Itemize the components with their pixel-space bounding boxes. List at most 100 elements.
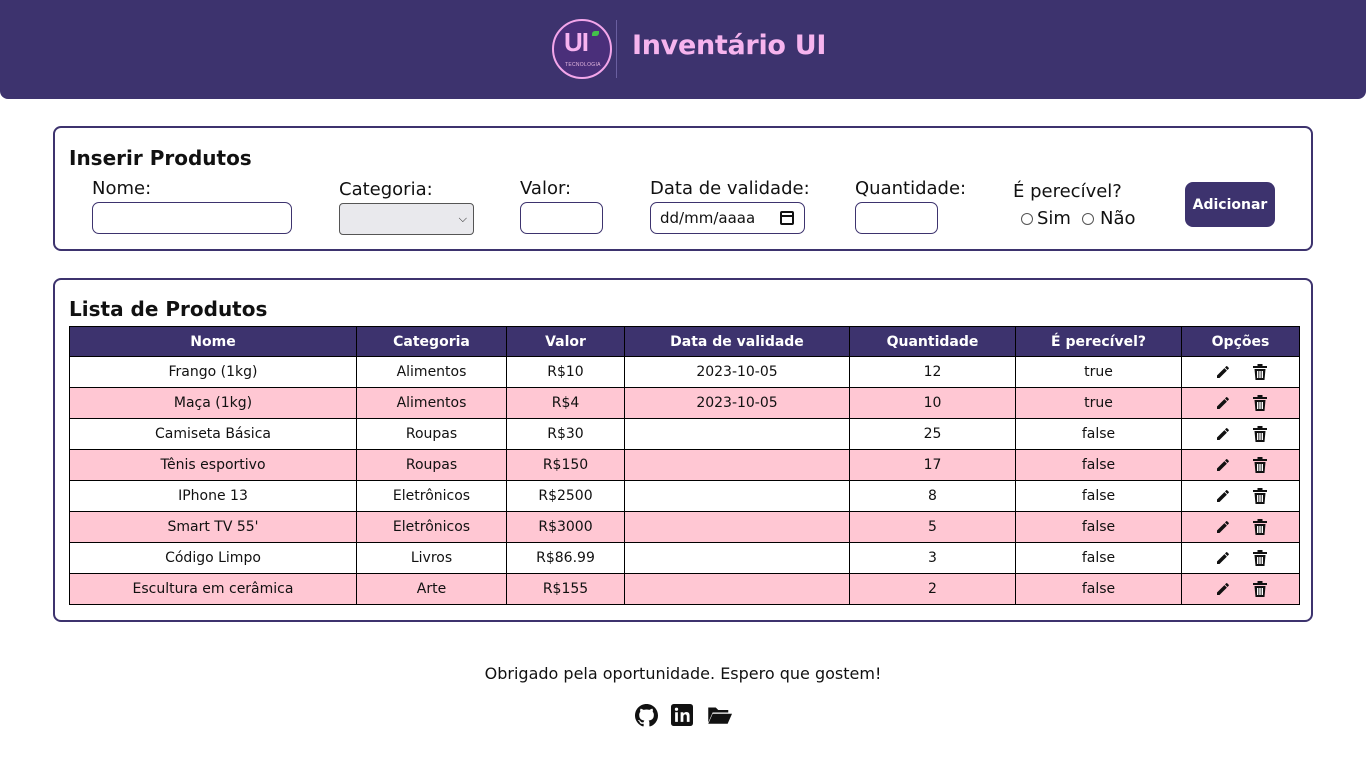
quantity-input[interactable] [855,202,938,234]
cell-expiry [624,542,850,574]
linkedin-icon[interactable] [671,704,694,727]
cell-name: Camiseta Básica [69,418,357,450]
app-title: Inventário UI [632,30,827,61]
category-select[interactable]: ⌵ [339,203,474,235]
name-input[interactable] [92,202,292,234]
cell-quantity: 3 [849,542,1016,574]
pencil-icon[interactable] [1215,488,1231,504]
cell-expiry [624,511,850,543]
cell-perishable: false [1015,418,1182,450]
logo: UI TECNOLOGIA [552,19,612,79]
footer-links [635,704,732,727]
cell-quantity: 5 [849,511,1016,543]
perishable-label: É perecível? [1013,181,1122,202]
cell-options [1181,573,1300,605]
list-panel-title: Lista de Produtos [69,297,268,321]
perishable-yes-label[interactable]: Sim [1037,208,1071,229]
cell-expiry [624,573,850,605]
perishable-yes-radio[interactable] [1021,213,1033,225]
trash-icon[interactable] [1252,457,1267,473]
github-icon[interactable] [635,704,658,727]
cell-category: Eletrônicos [356,480,507,512]
trash-icon[interactable] [1252,488,1267,504]
cell-expiry [624,449,850,481]
column-header-name: Nome [69,326,357,357]
row-actions [1182,450,1299,480]
trash-icon[interactable] [1252,550,1267,566]
cell-category: Arte [356,573,507,605]
perishable-no-label[interactable]: Não [1100,208,1136,229]
cell-quantity: 2 [849,573,1016,605]
column-header-value: Valor [506,326,625,357]
table-row: Frango (1kg) Alimentos R$10 2023-10-05 12 tru… [69,356,1300,388]
cell-expiry: 2023-10-05 [624,387,850,419]
table-row: Código Limpo Livros R$86.99 3 false [69,542,1300,574]
pencil-icon[interactable] [1215,426,1231,442]
cell-name: Frango (1kg) [69,356,357,388]
cell-name: Escultura em cerâmica [69,573,357,605]
cell-category: Alimentos [356,356,507,388]
trash-icon[interactable] [1252,581,1267,597]
cell-name: Maça (1kg) [69,387,357,419]
expiry-placeholder: dd/mm/aaaa [660,209,756,227]
pencil-icon[interactable] [1215,550,1231,566]
footer-message: Obrigado pela oportunidade. Espero que g… [484,664,882,683]
cell-expiry [624,480,850,512]
cell-category: Roupas [356,418,507,450]
product-list-panel: Lista de Produtos Nome Categoria Valor D… [53,278,1313,622]
trash-icon[interactable] [1252,519,1267,535]
logo-subtext: TECNOLOGIA [565,62,601,68]
cell-expiry [624,418,850,450]
trash-icon[interactable] [1252,426,1267,442]
table-row: IPhone 13 Eletrônicos R$2500 8 false [69,480,1300,512]
column-header-perishable: É perecível? [1015,326,1182,357]
cell-category: Livros [356,542,507,574]
cell-options [1181,387,1300,419]
table-row: Escultura em cerâmica Arte R$155 2 false [69,573,1300,605]
pencil-icon[interactable] [1215,519,1231,535]
cell-value: R$4 [506,387,625,419]
trash-icon[interactable] [1252,395,1267,411]
cell-value: R$3000 [506,511,625,543]
table-row: Maça (1kg) Alimentos R$4 2023-10-05 10 true [69,387,1300,419]
table-header-row: Nome Categoria Valor Data de validade Qu… [69,326,1300,357]
chevron-down-icon: ⌵ [458,212,467,225]
cell-quantity: 12 [849,356,1016,388]
perishable-no-radio[interactable] [1082,213,1094,225]
cell-category: Eletrônicos [356,511,507,543]
cell-value: R$10 [506,356,625,388]
cell-value: R$30 [506,418,625,450]
folder-open-icon[interactable] [707,704,732,727]
cell-options [1181,356,1300,388]
cell-options [1181,480,1300,512]
pencil-icon[interactable] [1215,395,1231,411]
cell-name: Código Limpo [69,542,357,574]
logo-text: UI [564,27,589,57]
cell-quantity: 10 [849,387,1016,419]
column-header-expiry: Data de validade [624,326,850,357]
row-actions [1182,388,1299,418]
row-actions [1182,574,1299,604]
value-input[interactable] [520,202,603,234]
table-row: Smart TV 55' Eletrônicos R$3000 5 false [69,511,1300,543]
expiry-date-input[interactable]: dd/mm/aaaa [650,202,805,234]
cell-quantity: 8 [849,480,1016,512]
cell-value: R$86.99 [506,542,625,574]
pencil-icon[interactable] [1215,581,1231,597]
cell-options [1181,511,1300,543]
cell-name: Smart TV 55' [69,511,357,543]
pencil-icon[interactable] [1215,457,1231,473]
cell-category: Roupas [356,449,507,481]
cell-options [1181,542,1300,574]
row-actions [1182,357,1299,387]
calendar-icon[interactable] [780,211,794,225]
trash-icon[interactable] [1252,364,1267,380]
column-header-category: Categoria [356,326,507,357]
insert-panel-title: Inserir Produtos [69,146,252,170]
add-product-button[interactable]: Adicionar [1185,182,1275,227]
pencil-icon[interactable] [1215,364,1231,380]
cell-expiry: 2023-10-05 [624,356,850,388]
cell-quantity: 17 [849,449,1016,481]
cell-category: Alimentos [356,387,507,419]
products-table: Nome Categoria Valor Data de validade Qu… [69,326,1300,605]
